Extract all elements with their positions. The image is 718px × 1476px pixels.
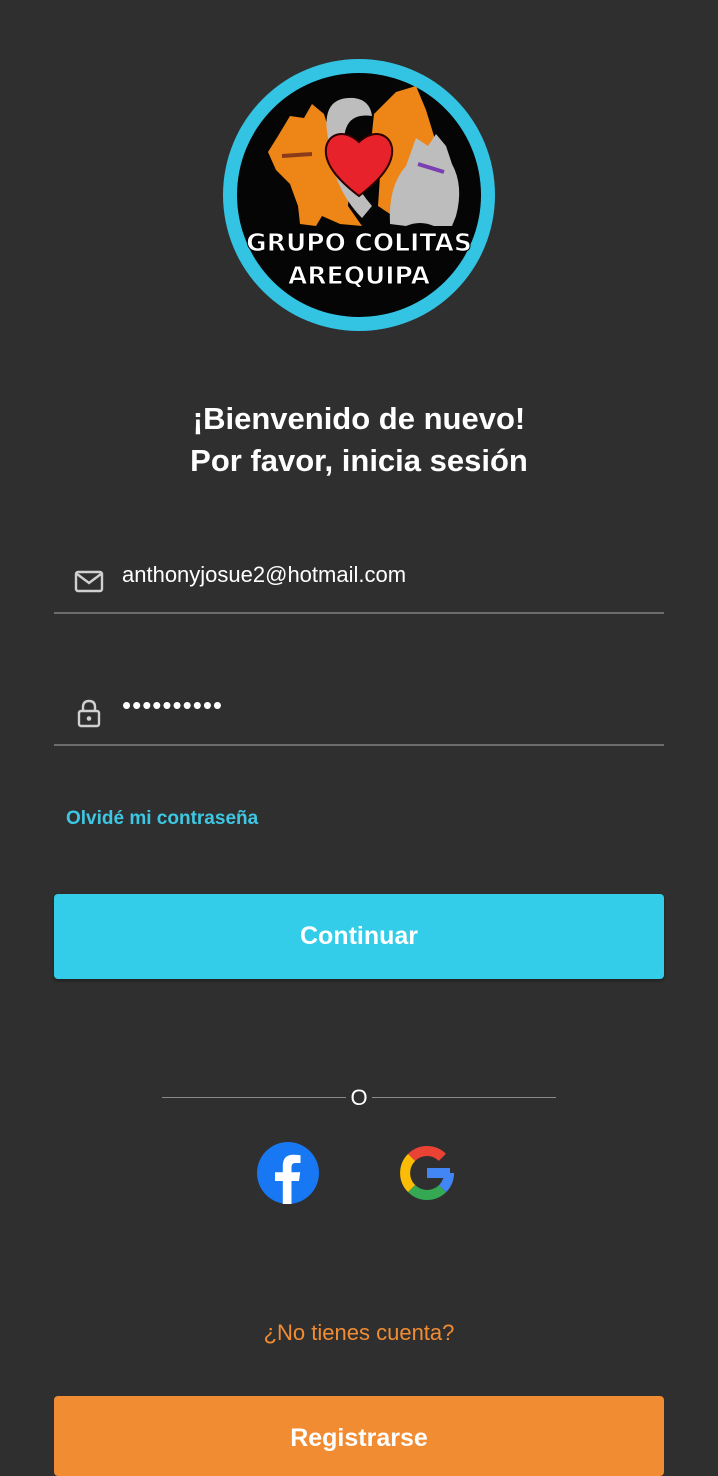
lock-icon [72, 696, 106, 730]
google-icon [400, 1146, 455, 1200]
continue-button[interactable]: Continuar [54, 894, 664, 979]
divider-right [372, 1097, 556, 1098]
or-label: O [350, 1085, 368, 1110]
email-value: anthonyjosue2@hotmail.com [122, 562, 407, 587]
facebook-icon [257, 1142, 319, 1204]
forgot-password-link[interactable]: Olvidé mi contraseña [66, 808, 258, 830]
app-logo: GRUPO COLITAS AREQUIPA [220, 56, 498, 334]
logo-text-line2: AREQUIPA [288, 261, 431, 290]
google-login-button[interactable] [396, 1142, 458, 1204]
password-value: •••••••••• [122, 690, 224, 720]
welcome-heading: ¡Bienvenido de nuevo! Por favor, inicia … [0, 398, 718, 482]
register-button[interactable]: Registrarse [54, 1396, 664, 1476]
logo-text-line1: GRUPO COLITAS [246, 228, 472, 257]
cat-dog-heart-logo-icon: GRUPO COLITAS AREQUIPA [223, 59, 495, 331]
welcome-line-1: ¡Bienvenido de nuevo! [192, 401, 526, 436]
welcome-line-2: Por favor, inicia sesión [190, 443, 528, 478]
register-button-label: Registrarse [290, 1424, 428, 1452]
facebook-login-button[interactable] [257, 1142, 319, 1204]
email-field[interactable]: anthonyjosue2@hotmail.com [54, 552, 664, 614]
no-account-link[interactable]: ¿No tienes cuenta? [0, 1320, 718, 1346]
mail-icon [72, 564, 106, 598]
password-field[interactable]: •••••••••• [54, 684, 664, 746]
divider-left [162, 1097, 346, 1098]
